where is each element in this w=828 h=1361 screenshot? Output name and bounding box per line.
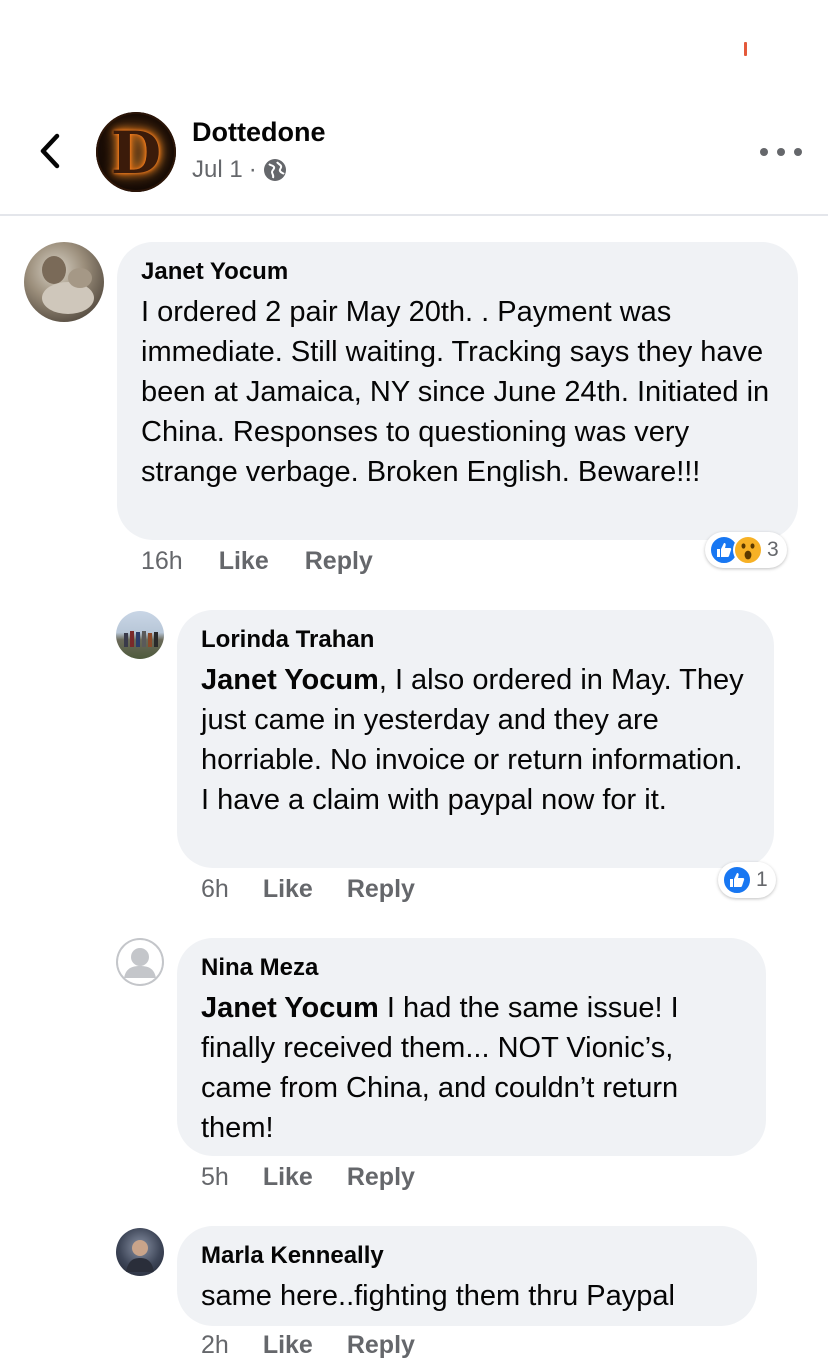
like-button[interactable]: Like — [219, 547, 269, 576]
reply-button[interactable]: Reply — [347, 1163, 415, 1192]
commenter-avatar[interactable] — [116, 611, 164, 659]
comment-text: Janet Yocum, I also ordered in May. They… — [201, 660, 750, 820]
comment-actions: 6h Like Reply — [201, 875, 415, 904]
chevron-left-icon — [40, 133, 60, 169]
reply-button[interactable]: Reply — [347, 1331, 415, 1360]
photo-icon — [124, 631, 158, 647]
photo-icon — [126, 1240, 154, 1272]
commenter-name[interactable]: Lorinda Trahan — [201, 626, 750, 654]
comment-text: same here..fighting them thru Paypal — [201, 1280, 675, 1312]
page-logo-letter: D — [110, 119, 162, 187]
like-button[interactable]: Like — [263, 1163, 313, 1192]
comment-text: Janet Yocum I had the same issue! I fina… — [201, 988, 742, 1148]
comment-actions: 5h Like Reply — [201, 1163, 415, 1192]
wow-face-icon — [733, 535, 763, 565]
commenter-avatar[interactable] — [116, 938, 164, 986]
comment-time[interactable]: 16h — [141, 547, 183, 576]
page-name[interactable]: Dottedone — [192, 117, 325, 148]
post-date[interactable]: Jul 1 — [192, 156, 243, 184]
like-button[interactable]: Like — [263, 875, 313, 904]
mention-tag[interactable]: Janet Yocum — [201, 992, 379, 1024]
comment-time[interactable]: 6h — [201, 875, 229, 904]
photo-icon — [42, 256, 94, 314]
commenter-name[interactable]: Marla Kenneally — [201, 1242, 733, 1270]
post-meta: Jul 1 · — [192, 156, 287, 184]
mention-tag[interactable]: Janet Yocum — [201, 664, 379, 696]
like-button[interactable]: Like — [263, 1331, 313, 1360]
comment-actions: 16h Like Reply — [141, 547, 373, 576]
reaction-count: 3 — [767, 538, 779, 561]
comment-bubble[interactable]: Lorinda Trahan Janet Yocum, I also order… — [177, 610, 774, 868]
comment-bubble[interactable]: Janet Yocum I ordered 2 pair May 20th. .… — [117, 242, 798, 540]
default-avatar-icon — [116, 938, 164, 986]
reaction-summary[interactable]: 1 — [718, 862, 776, 898]
reply-button[interactable]: Reply — [347, 875, 415, 904]
commenter-name[interactable]: Janet Yocum — [141, 258, 774, 286]
commenter-avatar[interactable] — [24, 242, 104, 322]
thumbs-up-icon — [722, 865, 752, 895]
status-indicator — [744, 42, 747, 56]
reaction-count: 1 — [756, 868, 768, 891]
more-dots-icon — [760, 148, 768, 156]
back-button[interactable] — [30, 128, 70, 174]
comment-actions: 2h Like Reply — [201, 1331, 415, 1360]
reply-button[interactable]: Reply — [305, 547, 373, 576]
page-avatar[interactable]: D — [96, 112, 176, 192]
more-dots-icon — [794, 148, 802, 156]
comment-time[interactable]: 5h — [201, 1163, 229, 1192]
comment-bubble[interactable]: Nina Meza Janet Yocum I had the same iss… — [177, 938, 766, 1156]
comment-time[interactable]: 2h — [201, 1331, 229, 1360]
reaction-summary[interactable]: 3 — [705, 532, 787, 568]
commenter-name[interactable]: Nina Meza — [201, 954, 742, 982]
more-options-button[interactable] — [760, 140, 802, 164]
globe-icon — [263, 159, 286, 181]
commenter-avatar[interactable] — [116, 1228, 164, 1276]
more-dots-icon — [777, 148, 785, 156]
comment-bubble[interactable]: Marla Kenneally same here..fighting them… — [177, 1226, 757, 1326]
meta-separator: · — [248, 156, 257, 183]
header-divider — [0, 214, 828, 216]
comment-text: I ordered 2 pair May 20th. . Payment was… — [141, 296, 770, 488]
